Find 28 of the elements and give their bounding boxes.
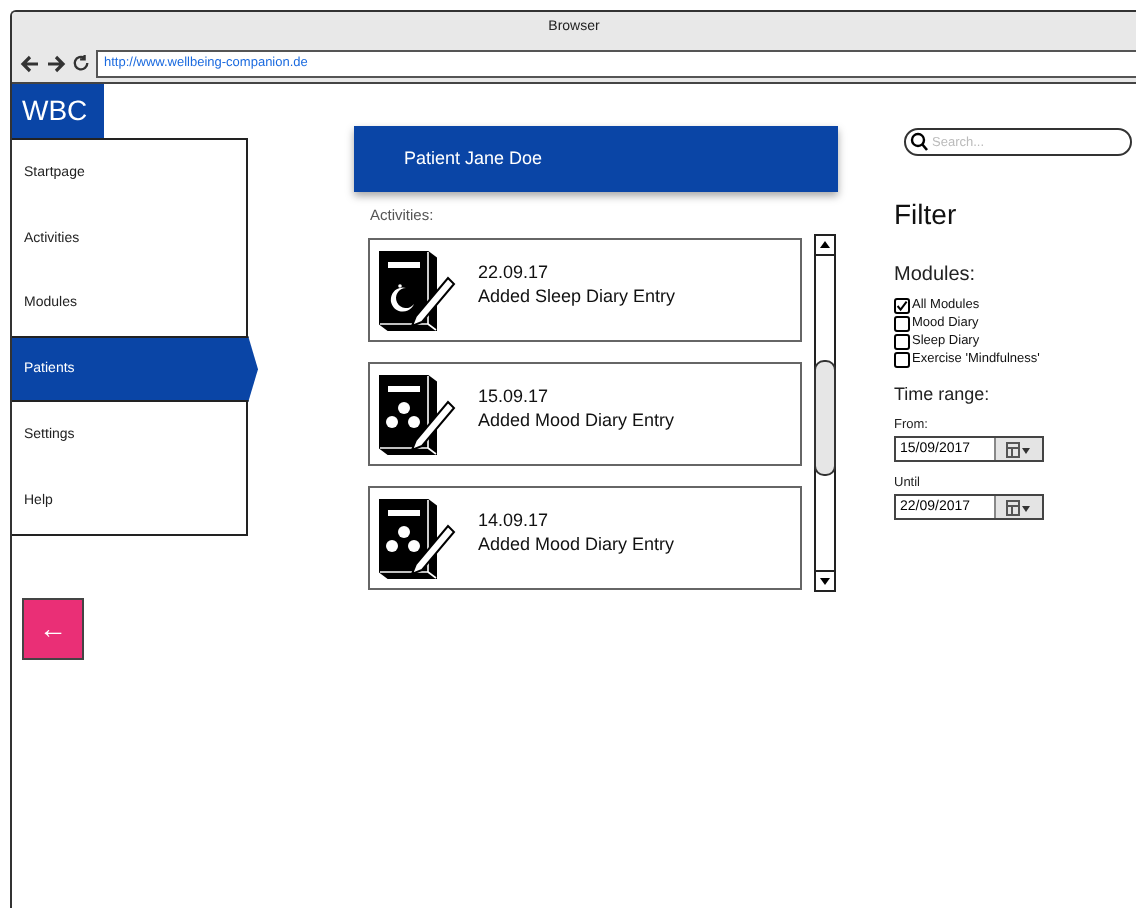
activity-card[interactable]: 22.09.17 Added Sleep Diary Entry [368, 238, 802, 342]
checkbox[interactable] [894, 351, 910, 367]
activity-date: 15.09.17 [478, 386, 551, 406]
activity-text: Added Mood Diary Entry [478, 410, 675, 430]
patient-header: Patient Jane Doe [354, 126, 838, 192]
back-button[interactable]: ← [22, 597, 84, 660]
scroll-up-icon[interactable] [816, 236, 834, 254]
scrollbar[interactable] [814, 234, 836, 592]
activity-text: Added Mood Diary Entry [478, 534, 675, 554]
checkbox[interactable] [894, 315, 910, 331]
activity-text: Added Sleep Diary Entry [478, 286, 676, 306]
forward-icon[interactable] [46, 53, 66, 73]
checkbox[interactable] [894, 333, 910, 349]
search-icon [910, 132, 928, 152]
calendar-icon [1006, 499, 1032, 515]
back-icon[interactable] [20, 53, 40, 73]
modules-label: Modules: [894, 264, 978, 286]
activity-date: 22.09.17 [478, 262, 551, 282]
checkbox[interactable] [894, 297, 910, 313]
activity-card[interactable]: 14.09.17 Added Mood Diary Entry [368, 486, 802, 590]
activity-date: 14.09.17 [478, 510, 551, 530]
logo: WBC [12, 84, 104, 138]
calendar-icon [1006, 441, 1032, 457]
reload-icon[interactable] [72, 54, 90, 72]
time-range-label: Time range: [894, 384, 992, 404]
scroll-down-icon[interactable] [816, 572, 834, 590]
filter-title: Filter [894, 198, 959, 230]
activity-card[interactable]: 15.09.17 Added Mood Diary Entry [368, 362, 802, 466]
